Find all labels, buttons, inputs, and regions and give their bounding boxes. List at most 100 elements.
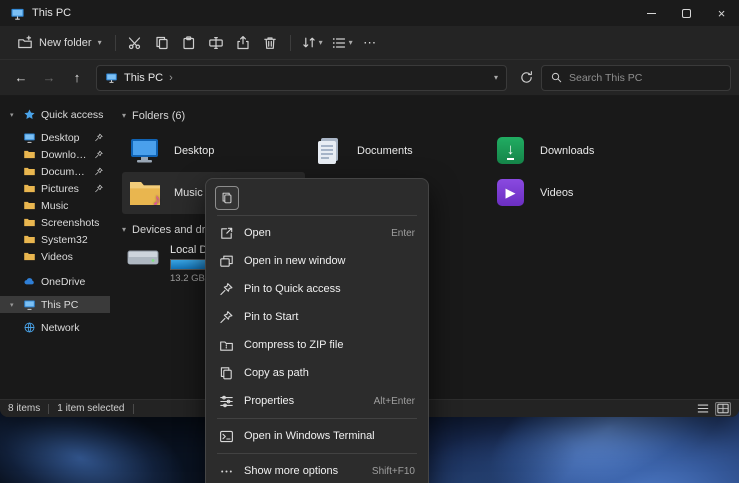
new-folder-button[interactable]: New folder ▾ xyxy=(10,31,109,55)
sidebar-item-documents[interactable]: Documents xyxy=(0,163,110,180)
chevron-down-icon[interactable]: ▾ xyxy=(10,111,18,119)
sidebar-item-label: Screenshots xyxy=(41,217,99,229)
minimize-button[interactable] xyxy=(634,0,669,26)
folder-tile-downloads[interactable]: ↓ Downloads xyxy=(488,130,671,172)
folder-tile-documents[interactable]: Documents xyxy=(305,130,488,172)
search-icon xyxy=(550,71,563,84)
menu-item-label: Open xyxy=(244,227,271,239)
sidebar-item-this-pc[interactable]: ▾ This PC xyxy=(0,296,110,313)
menu-item-open-in-windows-terminal[interactable]: Open in Windows Terminal xyxy=(211,422,423,450)
sidebar-item-label: This PC xyxy=(41,299,78,311)
menu-item-open-in-new-window[interactable]: Open in new window xyxy=(211,247,423,275)
copy-button[interactable] xyxy=(149,30,176,56)
properties-sliders-icon xyxy=(219,394,234,409)
refresh-button[interactable] xyxy=(513,65,539,91)
sidebar-item-label: Quick access xyxy=(41,109,103,121)
sidebar-item-label: Pictures xyxy=(41,183,79,195)
search-box xyxy=(541,65,731,91)
menu-item-properties[interactable]: Properties Alt+Enter xyxy=(211,387,423,415)
close-button[interactable]: × xyxy=(704,0,739,26)
view-button[interactable]: ▾ xyxy=(327,30,357,56)
address-dropdown-icon[interactable]: ▾ xyxy=(494,74,498,82)
back-button[interactable]: ← xyxy=(8,65,34,91)
sidebar-item-videos[interactable]: Videos xyxy=(0,248,110,265)
folders-section-header[interactable]: ▾ Folders (6) xyxy=(122,108,739,124)
thumbnails-view-button[interactable] xyxy=(715,402,731,416)
share-icon xyxy=(235,35,251,51)
sidebar-item-label: Network xyxy=(41,322,80,334)
close-icon: × xyxy=(718,6,726,21)
paste-button[interactable] xyxy=(176,30,203,56)
menu-item-label: Copy as path xyxy=(244,367,309,379)
videos-icon: ▶ xyxy=(494,178,528,208)
pin-icon xyxy=(94,184,104,194)
folder-tile-videos[interactable]: ▶ Videos xyxy=(488,172,671,214)
this-pc-icon xyxy=(105,71,118,84)
sort-button[interactable]: ▾ xyxy=(297,30,327,56)
new-window-icon xyxy=(219,254,234,269)
this-pc-icon xyxy=(23,298,36,311)
cut-button[interactable] xyxy=(122,30,149,56)
sidebar-item-pictures[interactable]: Pictures xyxy=(0,180,110,197)
folder-icon xyxy=(23,165,36,178)
sidebar-item-system32[interactable]: System32 xyxy=(0,231,110,248)
sidebar-item-label: System32 xyxy=(41,234,88,246)
see-more-button[interactable]: ⋯ xyxy=(357,30,384,56)
pin-icon xyxy=(94,150,104,160)
share-button[interactable] xyxy=(230,30,257,56)
folder-icon xyxy=(23,199,36,212)
command-bar: New folder ▾ xyxy=(0,26,739,60)
menu-item-label: Pin to Quick access xyxy=(244,283,341,295)
sidebar-item-music[interactable]: Music xyxy=(0,197,110,214)
documents-icon xyxy=(311,136,345,166)
sidebar-item-quick-access[interactable]: ▾ Quick access xyxy=(0,106,110,123)
window-title: This PC xyxy=(32,7,71,19)
folder-tile-label: Desktop xyxy=(174,145,214,157)
menu-separator xyxy=(217,215,417,216)
quick-copy-button[interactable] xyxy=(215,186,239,210)
open-icon xyxy=(219,226,234,241)
sort-icon xyxy=(301,35,317,51)
search-input[interactable] xyxy=(569,72,722,84)
menu-item-copy-as-path[interactable]: Copy as path xyxy=(211,359,423,387)
thumbnails-view-icon xyxy=(717,403,729,414)
sidebar-item-network[interactable]: Network xyxy=(0,319,110,336)
title-bar: This PC × xyxy=(0,0,739,26)
sidebar-item-onedrive[interactable]: OneDrive xyxy=(0,273,110,290)
breadcrumb-chevron-icon[interactable]: › xyxy=(169,72,173,84)
folder-icon xyxy=(23,250,36,263)
sidebar-item-desktop[interactable]: Desktop xyxy=(0,129,110,146)
menu-item-pin-to-quick-access[interactable]: Pin to Quick access xyxy=(211,275,423,303)
details-view-button[interactable] xyxy=(695,402,711,416)
onedrive-cloud-icon xyxy=(23,275,36,288)
maximize-button[interactable] xyxy=(669,0,704,26)
menu-item-label: Pin to Start xyxy=(244,311,298,323)
copy-icon xyxy=(154,35,170,51)
back-icon: ← xyxy=(15,70,28,85)
forward-button[interactable]: → xyxy=(36,65,62,91)
sidebar-item-screenshots[interactable]: Screenshots xyxy=(0,214,110,231)
rename-button[interactable] xyxy=(203,30,230,56)
sidebar-item-label: Documents xyxy=(41,166,89,178)
menu-item-pin-to-start[interactable]: Pin to Start xyxy=(211,303,423,331)
folder-tile-desktop[interactable]: Desktop xyxy=(122,130,305,172)
folder-icon xyxy=(23,148,36,161)
menu-item-open[interactable]: Open Enter xyxy=(211,219,423,247)
delete-button[interactable] xyxy=(257,30,284,56)
sidebar-item-downloads[interactable]: Downloads xyxy=(0,146,110,163)
menu-item-compress-to-zip[interactable]: Compress to ZIP file xyxy=(211,331,423,359)
chevron-down-icon[interactable]: ▾ xyxy=(10,301,18,309)
downloads-icon: ↓ xyxy=(494,136,528,166)
music-note-icon: ♪ xyxy=(153,190,162,210)
minimize-icon xyxy=(647,13,656,14)
breadcrumb[interactable]: This PC xyxy=(124,72,163,84)
status-divider xyxy=(133,404,134,414)
folder-tile-label: Downloads xyxy=(540,145,594,157)
menu-item-shortcut: Enter xyxy=(391,228,415,239)
address-bar[interactable]: This PC › ▾ xyxy=(96,65,507,91)
copy-icon xyxy=(220,191,234,205)
menu-item-show-more-options[interactable]: Show more options Shift+F10 xyxy=(211,457,423,483)
menu-item-label: Compress to ZIP file xyxy=(244,339,343,351)
up-button[interactable]: ↑ xyxy=(64,65,90,91)
view-list-icon xyxy=(331,35,347,51)
